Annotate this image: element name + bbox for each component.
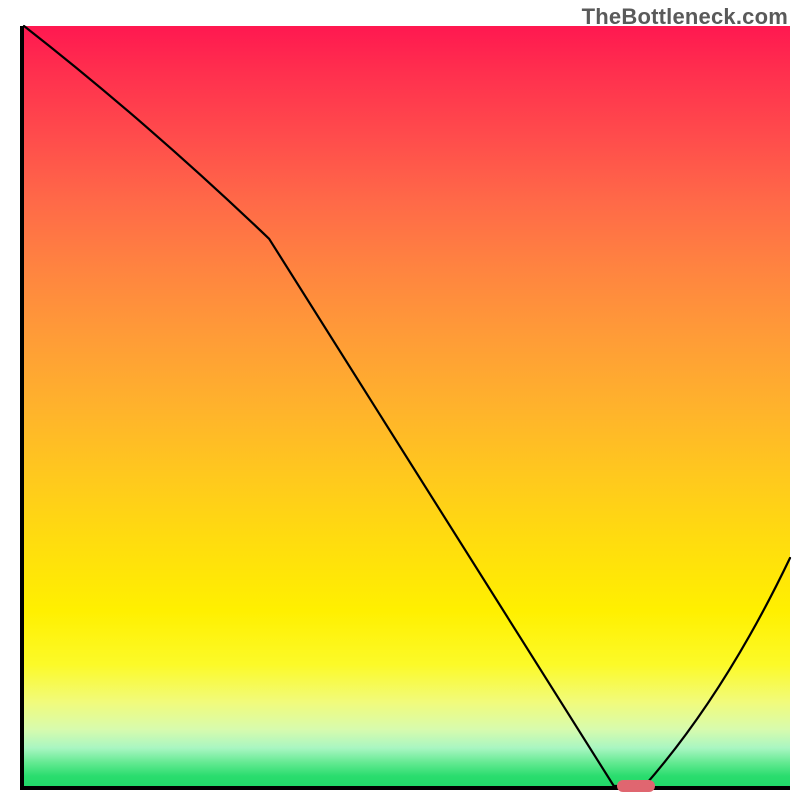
plot-area — [20, 26, 790, 790]
watermark-text: TheBottleneck.com — [582, 4, 788, 30]
bottleneck-curve — [24, 26, 790, 786]
curve-path — [24, 26, 790, 786]
optimal-marker — [617, 780, 656, 792]
